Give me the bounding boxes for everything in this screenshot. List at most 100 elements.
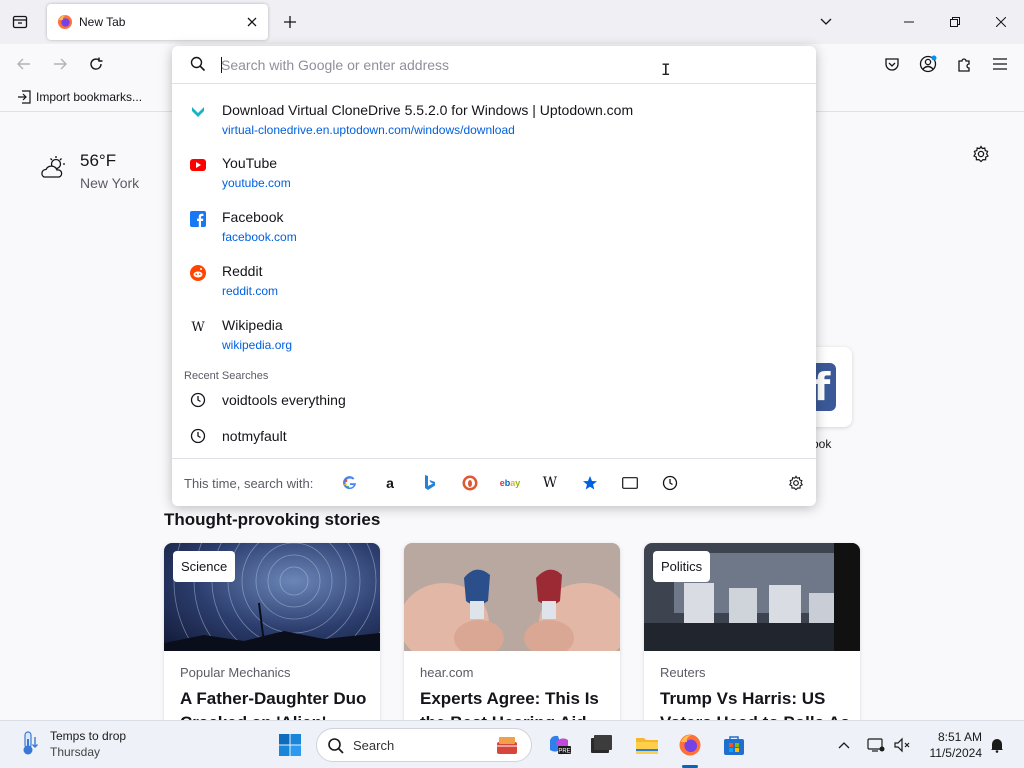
urlbar-result-row[interactable]: YouTube youtube.com xyxy=(180,149,808,199)
extensions-icon[interactable] xyxy=(952,52,976,76)
amazon-icon[interactable]: a xyxy=(380,473,400,493)
search-icon xyxy=(327,737,345,755)
clock-icon xyxy=(190,428,206,444)
file-explorer-icon[interactable] xyxy=(634,732,660,758)
recent-search-text: notmyfault xyxy=(222,428,287,444)
story-title: A Father-Daughter Duo Cracked an 'Alien'… xyxy=(180,689,367,720)
close-tab-icon[interactable] xyxy=(244,14,260,30)
list-all-tabs-icon[interactable] xyxy=(8,10,32,34)
tab-new-tab[interactable]: New Tab xyxy=(47,4,268,40)
taskbar-weather-day: Thursday xyxy=(50,745,101,759)
urlbar-input-row: I xyxy=(172,46,816,84)
bing-icon[interactable] xyxy=(420,473,440,493)
copilot-icon[interactable]: PRE xyxy=(546,732,572,758)
gear-icon[interactable] xyxy=(972,145,992,165)
story-card[interactable]: Science Popular Mechanics A Father-Daugh… xyxy=(164,543,380,720)
search-icon xyxy=(190,56,206,72)
story-tag: Science xyxy=(173,551,236,582)
story-title: Experts Agree: This Is the Best Hearing … xyxy=(420,689,599,720)
urlbar-result-row[interactable]: W Wikipedia wikipedia.org xyxy=(180,311,808,361)
hamburger-menu-icon[interactable] xyxy=(988,52,1012,76)
result-title: Reddit xyxy=(222,263,263,279)
oneoff-label: This time, search with: xyxy=(184,476,314,491)
address-bar-input[interactable] xyxy=(221,55,781,75)
terminal-icon[interactable] xyxy=(588,732,614,758)
story-card[interactable]: Politics Reuters Trump Vs Harris: US Vot… xyxy=(644,543,860,720)
chevron-up-icon[interactable] xyxy=(834,735,854,755)
chevron-down-icon[interactable] xyxy=(816,12,836,32)
result-title: YouTube xyxy=(222,155,278,171)
partly-cloudy-icon xyxy=(38,153,70,185)
taskbar-search-label: Search xyxy=(353,738,395,753)
import-icon xyxy=(17,90,31,104)
story-source: hear.com xyxy=(420,665,474,680)
text-caret xyxy=(221,57,222,73)
taskbar-weather-widget[interactable]: Temps to drop Thursday xyxy=(18,729,126,759)
bookmarks-star-icon[interactable] xyxy=(580,473,600,493)
result-title: Download Virtual CloneDrive 5.5.2.0 for … xyxy=(222,102,634,118)
svg-text:PRE: PRE xyxy=(558,749,570,755)
result-url: facebook.com xyxy=(222,230,297,244)
result-title: Wikipedia xyxy=(222,317,283,333)
uptodown-icon xyxy=(190,104,206,120)
gear-icon[interactable] xyxy=(786,473,806,493)
taskbar: Temps to drop Thursday Search PRE 8:51 A… xyxy=(0,720,1024,768)
recent-search-row[interactable]: voidtools everything xyxy=(180,385,808,415)
firefox-icon[interactable] xyxy=(677,732,703,758)
tabs-icon[interactable] xyxy=(620,473,640,493)
weather-temperature: 56°F xyxy=(80,151,117,170)
microsoft-store-icon[interactable] xyxy=(721,732,747,758)
minimize-icon[interactable] xyxy=(886,0,932,44)
result-url: youtube.com xyxy=(222,176,291,190)
duckduckgo-icon[interactable] xyxy=(460,473,480,493)
reload-icon[interactable] xyxy=(84,52,108,76)
taskbar-weather-headline: Temps to drop xyxy=(50,729,127,743)
urlbar-result-row[interactable]: Reddit reddit.com xyxy=(180,257,808,307)
result-url: wikipedia.org xyxy=(222,338,293,352)
google-icon[interactable] xyxy=(340,473,360,493)
story-tag: Politics xyxy=(653,551,711,582)
youtube-icon xyxy=(190,157,206,173)
urlbar-result-row[interactable]: Download Virtual CloneDrive 5.5.2.0 for … xyxy=(180,96,808,146)
close-window-icon[interactable] xyxy=(978,0,1024,44)
urlbar-result-row[interactable]: Facebook facebook.com xyxy=(180,203,808,253)
taskbar-search-box[interactable]: Search xyxy=(316,728,532,762)
story-card[interactable]: hear.com Experts Agree: This Is the Best… xyxy=(404,543,620,720)
wikipedia-icon: W xyxy=(191,319,205,335)
network-display-icon[interactable] xyxy=(866,735,886,755)
weather-city: New York xyxy=(80,175,140,191)
new-tab-plus-icon[interactable] xyxy=(280,12,300,32)
oneoff-search-bar: This time, search with: a ebay W xyxy=(172,458,816,506)
notification-bell-icon[interactable] xyxy=(987,735,1007,755)
forward-arrow-icon[interactable] xyxy=(48,52,72,76)
tab-title: New Tab xyxy=(79,15,126,29)
import-bookmarks-label: Import bookmarks... xyxy=(36,90,143,104)
firefox-icon xyxy=(57,14,73,30)
history-icon[interactable] xyxy=(660,473,680,493)
story-image: Science xyxy=(164,543,380,651)
story-title: Trump Vs Harris: US Voters Head to Polls… xyxy=(660,689,850,720)
wikipedia-icon[interactable]: W xyxy=(540,473,560,493)
reddit-icon xyxy=(190,265,206,281)
stories-heading: Thought-provoking stories xyxy=(164,510,381,529)
import-bookmarks-button[interactable]: Import bookmarks... xyxy=(12,90,142,104)
volume-muted-icon[interactable] xyxy=(892,735,912,755)
clock-time: 8:51 AM xyxy=(937,730,982,744)
weather-widget[interactable]: 56°F New York xyxy=(38,151,139,191)
ebay-icon[interactable]: ebay xyxy=(500,473,521,493)
back-arrow-icon[interactable] xyxy=(12,52,36,76)
recent-search-row[interactable]: notmyfault xyxy=(180,421,808,451)
taskbar-clock[interactable]: 8:51 AM 11/5/2024 xyxy=(922,729,983,761)
tab-strip: New Tab xyxy=(0,0,1024,44)
story-source: Reuters xyxy=(660,665,706,680)
facebook-icon xyxy=(190,211,206,227)
pocket-icon[interactable] xyxy=(880,52,904,76)
mouse-ibeam-cursor-icon: I xyxy=(661,60,671,79)
thermometer-down-icon xyxy=(18,729,40,757)
result-title: Facebook xyxy=(222,209,284,225)
urlbar-dropdown: I Download Virtual CloneDrive 5.5.2.0 fo… xyxy=(172,46,816,506)
windows-start-icon[interactable] xyxy=(278,733,302,757)
restore-icon[interactable] xyxy=(932,0,978,44)
account-icon[interactable] xyxy=(916,52,940,76)
clock-icon xyxy=(190,392,206,408)
